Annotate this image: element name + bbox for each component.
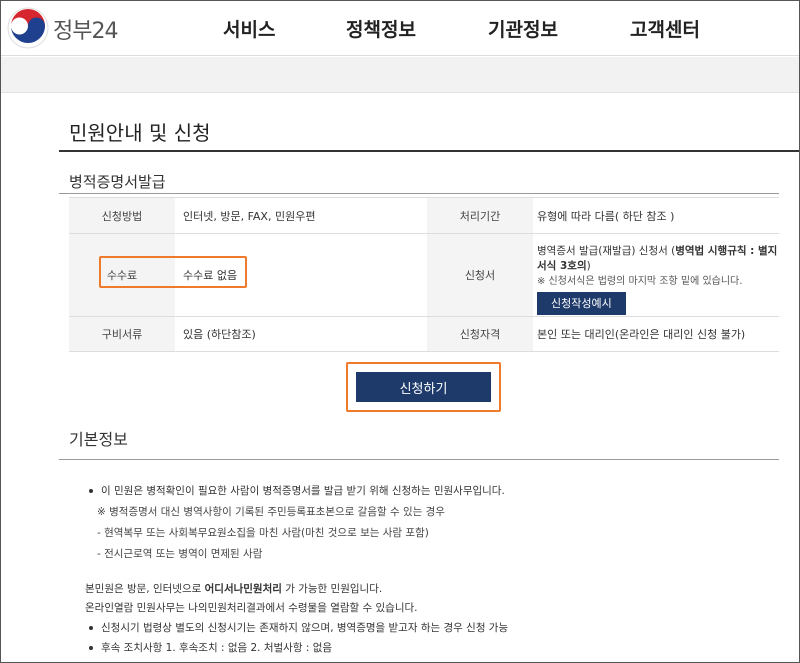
form-cell: 병역증서 발급(재발급) 신청서 (병역법 시행규칙 : 별지서식 3호의) ※… <box>533 234 779 316</box>
basic-info-title: 기본정보 <box>69 430 128 449</box>
basic-line-3: - 현역복무 또는 사회복무요원소집을 마친 사람(마친 것으로 보는 사람 포… <box>97 527 429 539</box>
line5-prefix: 본민원은 방문, 인터넷으로 <box>85 583 205 595</box>
site-logo-text[interactable]: 정부24 <box>53 13 118 45</box>
docs-value: 있음 (하단참조) <box>175 317 427 351</box>
section-title: 병적증명서발급 <box>69 173 166 191</box>
qualification-value: 본인 또는 대리인(온라인은 대리인 신청 불가) <box>533 317 779 351</box>
fee-highlight-box <box>99 256 247 288</box>
form-name: 병역증서 발급(재발급) 신청서 ( <box>537 244 676 257</box>
basic-line-5: 본민원은 방문, 인터넷으로 어디서나민원처리 가 가능한 민원입니다. <box>85 581 382 596</box>
basic-line-1: 이 민원은 병적확인이 필요한 사람이 병적증명서를 발급 받기 위해 신청하는… <box>101 485 505 497</box>
apply-button[interactable]: 신청하기 <box>356 372 491 402</box>
page-title: 민원안내 및 신청 <box>69 121 211 145</box>
form-description: 병역증서 발급(재발급) 신청서 (병역법 시행규칙 : 별지서식 3호의) ※… <box>537 236 779 315</box>
period-label: 처리기간 <box>427 198 533 233</box>
line5-suffix: 가 가능한 민원입니다. <box>281 583 383 595</box>
menu-agency-info[interactable]: 기관정보 <box>488 15 558 42</box>
basic-line-8: 후속 조치사항 1. 후속조치 : 없음 2. 처벌사항 : 없음 <box>101 642 333 654</box>
basic-line-4: - 전시근로역 또는 병역이 면제된 사람 <box>97 548 263 560</box>
bullet-icon <box>89 489 93 493</box>
form-label: 신청서 <box>427 234 533 316</box>
government-logo-icon[interactable] <box>7 7 49 49</box>
sub-navigation-band <box>1 57 799 93</box>
period-value: 유형에 따라 다름( 하단 참조 ) <box>533 198 779 233</box>
menu-customer-center[interactable]: 고객센터 <box>630 15 700 42</box>
menu-policy-info[interactable]: 정책정보 <box>346 15 416 42</box>
table-row: 신청방법 인터넷, 방문, FAX, 민원우편 처리기간 유형에 따라 다름( … <box>69 198 779 234</box>
anywhere-service-label: 어디서나민원처리 <box>204 583 282 595</box>
basic-line-2: ※ 병적증명서 대신 병역사항이 기록된 주민등록표초본으로 갈음할 수 있는 … <box>97 506 445 518</box>
table-row: 구비서류 있음 (하단참조) 신청자격 본인 또는 대리인(온라인은 대리인 신… <box>69 317 779 352</box>
basic-line-7: 신청시기 법령상 별도의 신청시기는 존재하지 않으며, 병역증명을 받고자 하… <box>101 622 509 634</box>
menu-services[interactable]: 서비스 <box>223 15 275 42</box>
form-note: ※ 신청서식은 법령의 마지막 조항 밑에 있습니다. <box>537 275 743 287</box>
section-divider <box>59 193 779 194</box>
title-divider <box>59 150 799 152</box>
basic-info-divider <box>59 459 779 460</box>
form-name-suffix: ) <box>586 259 591 272</box>
docs-label: 구비서류 <box>69 317 175 351</box>
form-example-button[interactable]: 신청작성예시 <box>537 291 626 315</box>
bullet-icon <box>89 626 93 630</box>
method-label: 신청방법 <box>69 198 175 233</box>
qualification-label: 신청자격 <box>427 317 533 351</box>
method-value: 인터넷, 방문, FAX, 민원우편 <box>175 198 427 233</box>
top-navigation: 정부24 서비스 정책정보 기관정보 고객센터 <box>1 1 799 56</box>
bullet-icon <box>89 646 93 650</box>
basic-line-6: 온라인열람 민원사무는 나의민원처리결과에서 수령물을 열람할 수 있습니다. <box>85 602 418 614</box>
apply-highlight-box: 신청하기 <box>346 362 501 412</box>
